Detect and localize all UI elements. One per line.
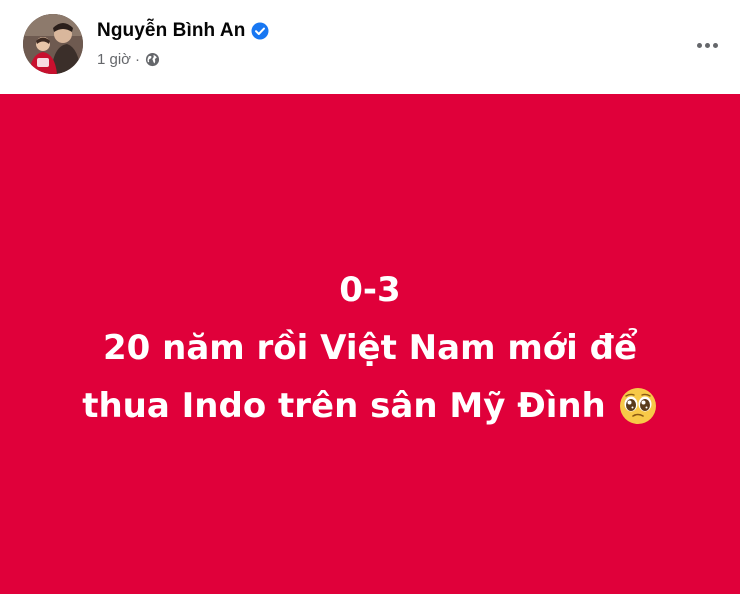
pleading-face-icon bbox=[618, 386, 658, 426]
post-body: 0-3 20 năm rồi Việt Nam mới để thua Indo… bbox=[0, 94, 740, 594]
avatar-image bbox=[23, 14, 83, 74]
post-line-2: 20 năm rồi Việt Nam mới để bbox=[102, 328, 638, 368]
more-options-icon[interactable] bbox=[692, 30, 722, 60]
post-text: 0-3 20 năm rồi Việt Nam mới để thua Indo… bbox=[82, 261, 658, 435]
post-line-3: thua Indo trên sân Mỹ Đình bbox=[82, 386, 606, 426]
globe-icon[interactable] bbox=[145, 52, 160, 67]
post-line-score: 0-3 bbox=[339, 270, 401, 310]
post-line-3-wrap: thua Indo trên sân Mỹ Đình bbox=[82, 377, 658, 435]
more-dot bbox=[704, 42, 710, 48]
author-row: Nguyễn Bình An bbox=[97, 20, 269, 42]
post-meta: 1 giờ · bbox=[97, 51, 160, 68]
more-dot bbox=[696, 42, 702, 48]
more-dot bbox=[712, 42, 718, 48]
meta-separator: · bbox=[135, 51, 141, 68]
avatar[interactable] bbox=[23, 14, 83, 74]
author-name[interactable]: Nguyễn Bình An bbox=[97, 20, 245, 42]
post-time[interactable]: 1 giờ bbox=[97, 51, 131, 68]
verified-badge-icon bbox=[251, 22, 269, 40]
facebook-post: Nguyễn Bình An 1 giờ · 0-3 20 năm rồi Vi… bbox=[0, 0, 740, 594]
post-header: Nguyễn Bình An 1 giờ · bbox=[0, 0, 740, 94]
